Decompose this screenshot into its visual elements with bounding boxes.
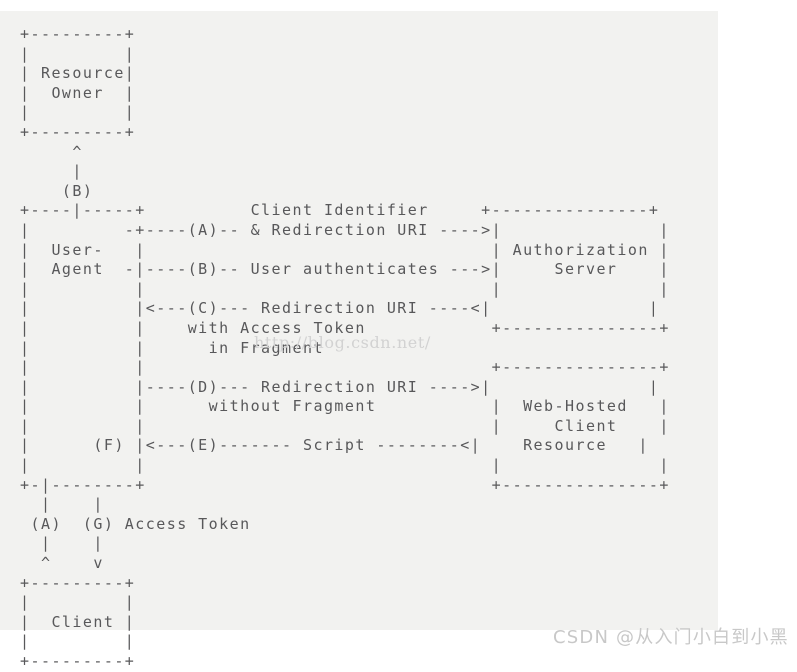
blog-url-watermark: http://blog.csdn.net/ [254,333,431,352]
csdn-author-watermark: CSDN @从入门小白到小黑 [553,627,789,648]
screenshot-canvas: +---------+ | | | Resource| | Owner | | … [0,0,797,670]
diagram-panel: +---------+ | | | Resource| | Owner | | … [0,11,788,670]
